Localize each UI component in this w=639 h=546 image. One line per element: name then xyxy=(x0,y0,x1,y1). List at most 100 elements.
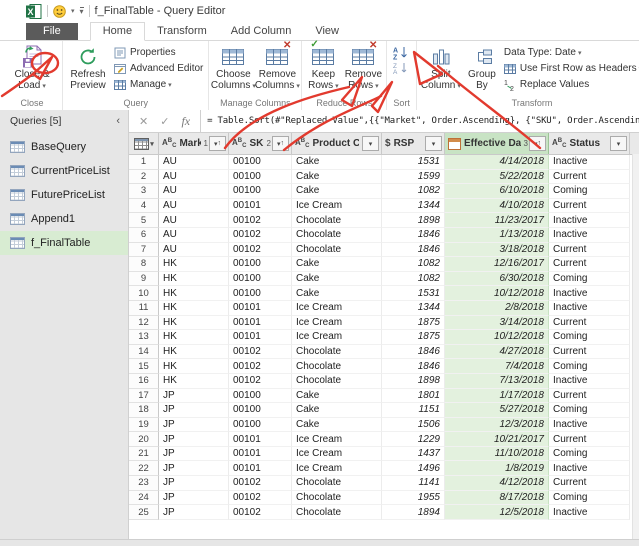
commit-formula-icon[interactable]: ✓ xyxy=(160,115,169,128)
filter-button[interactable]: ▾↑ xyxy=(272,136,289,151)
cell[interactable]: Cake xyxy=(292,184,382,199)
cell[interactable]: Ice Cream xyxy=(292,432,382,447)
row-number[interactable]: 12 xyxy=(129,316,159,331)
filter-button[interactable]: ▾ xyxy=(425,136,442,151)
cell[interactable]: 1/13/2018 xyxy=(445,228,549,243)
manage-button[interactable]: Manage xyxy=(111,77,206,92)
collapse-pane-icon[interactable]: ‹ xyxy=(116,115,120,127)
row-number[interactable]: 1 xyxy=(129,155,159,170)
cell[interactable]: Cake xyxy=(292,272,382,287)
cell[interactable]: Inactive xyxy=(549,155,630,170)
cell[interactable]: 1531 xyxy=(382,286,445,301)
cell[interactable]: 00100 xyxy=(229,170,292,185)
cell[interactable]: HK xyxy=(159,286,229,301)
cell[interactable]: 00101 xyxy=(229,330,292,345)
cell[interactable]: 00101 xyxy=(229,301,292,316)
cell[interactable]: 1151 xyxy=(382,403,445,418)
data-type-button[interactable]: Data Type: Date xyxy=(501,45,639,60)
cell[interactable]: Cake xyxy=(292,389,382,404)
cell[interactable]: Inactive xyxy=(549,505,630,520)
cell[interactable]: 00102 xyxy=(229,374,292,389)
cell[interactable]: 1875 xyxy=(382,316,445,331)
cell[interactable]: Coming xyxy=(549,491,630,506)
cell[interactable]: Inactive xyxy=(549,286,630,301)
row-number[interactable]: 18 xyxy=(129,403,159,418)
cell[interactable]: 1599 xyxy=(382,170,445,185)
sidebar-item-BaseQuery[interactable]: BaseQuery xyxy=(0,135,128,159)
cell[interactable]: 7/4/2018 xyxy=(445,359,549,374)
row-number[interactable]: 20 xyxy=(129,432,159,447)
cell[interactable]: Chocolate xyxy=(292,374,382,389)
cell[interactable]: JP xyxy=(159,403,229,418)
tab-view[interactable]: View xyxy=(303,23,351,40)
cell[interactable]: JP xyxy=(159,476,229,491)
row-number[interactable]: 14 xyxy=(129,345,159,360)
cell[interactable]: HK xyxy=(159,257,229,272)
cell[interactable]: 1344 xyxy=(382,301,445,316)
cell[interactable]: 12/5/2018 xyxy=(445,505,549,520)
cell[interactable]: AU xyxy=(159,213,229,228)
cell[interactable]: Inactive xyxy=(549,301,630,316)
cell[interactable]: 00101 xyxy=(229,199,292,214)
cell[interactable]: 6/10/2018 xyxy=(445,184,549,199)
row-number[interactable]: 21 xyxy=(129,447,159,462)
cell[interactable]: Cake xyxy=(292,257,382,272)
row-number[interactable]: 9 xyxy=(129,272,159,287)
tab-transform[interactable]: Transform xyxy=(145,23,219,40)
cell[interactable]: 7/13/2018 xyxy=(445,374,549,389)
row-number[interactable]: 23 xyxy=(129,476,159,491)
cell[interactable]: Current xyxy=(549,170,630,185)
cell[interactable]: 00100 xyxy=(229,286,292,301)
cell[interactable]: Coming xyxy=(549,330,630,345)
cell[interactable]: 1846 xyxy=(382,228,445,243)
cell[interactable]: Coming xyxy=(549,359,630,374)
cell[interactable]: Chocolate xyxy=(292,491,382,506)
cell[interactable]: 1898 xyxy=(382,213,445,228)
cell[interactable]: HK xyxy=(159,301,229,316)
cell[interactable]: 1141 xyxy=(382,476,445,491)
cell[interactable]: 00100 xyxy=(229,403,292,418)
use-first-row-as-headers-button[interactable]: Use First Row as Headers xyxy=(501,61,639,76)
cell[interactable]: 6/30/2018 xyxy=(445,272,549,287)
column-header-market[interactable]: ABCMarket1▾↑ xyxy=(159,133,229,154)
cell[interactable]: 1496 xyxy=(382,461,445,476)
sidebar-item-f_FinalTable[interactable]: f_FinalTable xyxy=(0,231,128,255)
cell[interactable]: 00102 xyxy=(229,476,292,491)
row-number[interactable]: 25 xyxy=(129,505,159,520)
row-number[interactable]: 7 xyxy=(129,243,159,258)
refresh-preview-button[interactable]: Refresh Preview xyxy=(65,42,111,98)
cell[interactable]: JP xyxy=(159,461,229,476)
cell[interactable]: Inactive xyxy=(549,461,630,476)
cell[interactable]: 1082 xyxy=(382,184,445,199)
cell[interactable]: 1801 xyxy=(382,389,445,404)
cell[interactable]: 00100 xyxy=(229,257,292,272)
cell[interactable]: 12/3/2018 xyxy=(445,418,549,433)
filter-button[interactable]: ▾↑ xyxy=(209,136,226,151)
cell[interactable]: 00101 xyxy=(229,432,292,447)
row-number[interactable]: 5 xyxy=(129,213,159,228)
cell[interactable]: Coming xyxy=(549,272,630,287)
cell[interactable]: 1846 xyxy=(382,345,445,360)
cell[interactable]: 4/10/2018 xyxy=(445,199,549,214)
cell[interactable]: 1437 xyxy=(382,447,445,462)
cell[interactable]: Inactive xyxy=(549,228,630,243)
properties-button[interactable]: Properties xyxy=(111,45,206,60)
row-number[interactable]: 17 xyxy=(129,389,159,404)
cell[interactable]: Inactive xyxy=(549,374,630,389)
smile-dropdown-caret-icon[interactable]: ▾ xyxy=(71,7,75,15)
cell[interactable]: HK xyxy=(159,374,229,389)
cell[interactable]: 00101 xyxy=(229,447,292,462)
cell[interactable]: Current xyxy=(549,389,630,404)
cell[interactable]: Chocolate xyxy=(292,213,382,228)
cell[interactable]: Cake xyxy=(292,286,382,301)
remove-columns-button[interactable]: ✕ Remove Columns xyxy=(255,42,299,98)
close-and-load-button[interactable]: Close & Load xyxy=(4,42,60,98)
cell[interactable]: 1846 xyxy=(382,243,445,258)
cell[interactable]: 12/16/2017 xyxy=(445,257,549,272)
cell[interactable]: 4/27/2018 xyxy=(445,345,549,360)
cell[interactable]: Ice Cream xyxy=(292,461,382,476)
cell[interactable]: Inactive xyxy=(549,418,630,433)
cell[interactable]: JP xyxy=(159,432,229,447)
cell[interactable]: AU xyxy=(159,243,229,258)
send-a-smile-icon[interactable] xyxy=(53,5,66,18)
